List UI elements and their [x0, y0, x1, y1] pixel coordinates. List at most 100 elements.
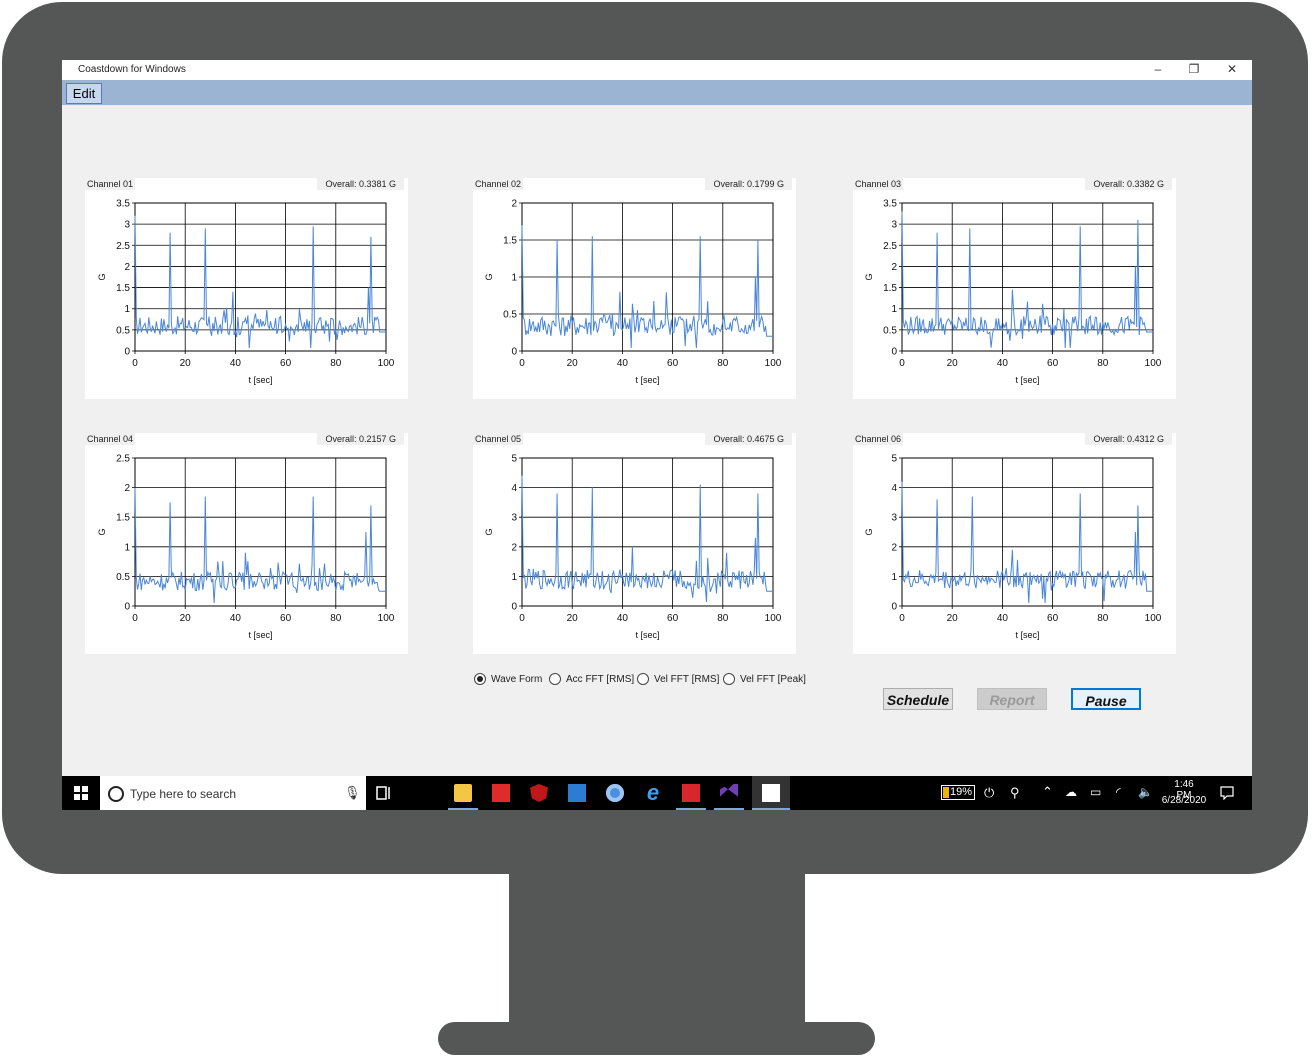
y-axis-label: G — [97, 273, 107, 280]
title-bar: Coastdown for Windows – ❐ ✕ — [62, 60, 1252, 80]
windows-start-icon[interactable] — [74, 786, 88, 800]
x-tick-label: 20 — [180, 358, 192, 369]
x-tick-label: 100 — [1145, 613, 1162, 624]
radio-wave-form[interactable]: Wave Form — [474, 673, 542, 685]
mcafee-icon[interactable] — [530, 784, 548, 802]
chrome-icon[interactable] — [606, 784, 624, 802]
y-tick-label: 1.5 — [883, 283, 897, 294]
overall-value: Overall: 0.1799 G — [705, 178, 792, 190]
chevron-up-icon[interactable]: ⌃ — [1042, 784, 1053, 800]
minimize-button[interactable]: – — [1148, 62, 1168, 76]
y-tick-label: 1 — [891, 572, 897, 583]
x-tick-label: 0 — [132, 613, 138, 624]
y-tick-label: 0.5 — [116, 325, 130, 336]
radio-acc-fft-rms-circle[interactable] — [549, 673, 561, 685]
x-tick-label: 0 — [519, 613, 525, 624]
chart-panel-2: 0 20 40 60 80 100 0 0.5 1 1.5 2 t [sec] G Channel 02 O… — [473, 178, 796, 399]
x-axis-label: t [sec] — [248, 375, 272, 385]
red-app-icon[interactable] — [492, 784, 510, 802]
x-tick-label: 0 — [132, 358, 138, 369]
y-tick-label: 1.5 — [503, 236, 517, 247]
display-icon[interactable]: ▭ — [1090, 785, 1101, 799]
y-axis-label: G — [864, 273, 874, 280]
radio-vel-fft-peak[interactable]: Vel FFT [Peak] — [723, 673, 806, 685]
y-tick-label: 5 — [891, 454, 897, 465]
menu-edit[interactable]: Edit — [66, 83, 102, 104]
channel-name: Channel 06 — [853, 433, 904, 445]
microphone-icon[interactable]: 🎙 — [344, 785, 361, 801]
y-tick-label: 5 — [511, 454, 517, 465]
y-tick-label: 1 — [124, 304, 130, 315]
schedule-button[interactable]: Schedule — [883, 688, 953, 710]
clock-date[interactable]: 6/28/2020 — [1160, 795, 1208, 806]
task-view-icon[interactable] — [376, 786, 392, 800]
battery-icon[interactable]: 19% — [941, 785, 975, 800]
edge-icon[interactable]: e — [644, 782, 662, 804]
overall-value: Overall: 0.3381 G — [317, 178, 404, 190]
y-tick-label: 1 — [511, 572, 517, 583]
cortana-icon — [108, 786, 124, 802]
x-tick-label: 80 — [717, 613, 729, 624]
onedrive-icon[interactable]: ☁ — [1065, 785, 1077, 799]
coastdown-app-taskbar-button[interactable] — [752, 776, 790, 810]
coastdown-app-indicator — [752, 808, 790, 810]
y-tick-label: 3 — [511, 513, 517, 524]
pause-button[interactable]: Pause — [1071, 688, 1141, 710]
radio-vel-fft-peak-circle[interactable] — [723, 673, 735, 685]
x-tick-label: 60 — [1047, 613, 1059, 624]
channel-name: Channel 01 — [85, 178, 136, 190]
x-tick-label: 40 — [230, 613, 242, 624]
window-title: Coastdown for Windows — [78, 64, 186, 75]
x-tick-label: 40 — [617, 358, 629, 369]
power-plug-icon[interactable]: ⏻ — [984, 785, 994, 801]
radio-wave-form-circle[interactable] — [474, 673, 486, 685]
mail-icon[interactable] — [568, 784, 586, 802]
waveform-chart: 0 20 40 60 80 100 0 0.5 1 1.5 2 2.5 3 3.5 t [sec] G — [97, 199, 395, 386]
visual-studio-indicator — [714, 808, 744, 810]
radio-acc-fft-rms[interactable]: Acc FFT [RMS] — [549, 673, 634, 685]
battery-percent: 19% — [950, 786, 973, 798]
y-tick-label: 0 — [511, 602, 517, 613]
radio-vel-fft-rms[interactable]: Vel FFT [RMS] — [637, 673, 719, 685]
x-tick-label: 100 — [765, 613, 782, 624]
x-tick-label: 100 — [378, 358, 395, 369]
radio-wave-form-label: Wave Form — [491, 673, 543, 685]
x-axis-label: t [sec] — [635, 630, 659, 640]
y-tick-label: 2 — [891, 542, 897, 553]
screen: Coastdown for Windows – ❐ ✕ Edit 0 20 40 60… — [62, 60, 1252, 810]
y-axis-label: G — [864, 528, 874, 535]
y-tick-label: 3.5 — [883, 199, 897, 210]
radio-acc-fft-rms-label: Acc FFT [RMS] — [566, 673, 635, 685]
close-button[interactable]: ✕ — [1222, 62, 1242, 76]
x-tick-label: 20 — [180, 613, 192, 624]
battery-level — [943, 787, 949, 798]
y-tick-label: 2.5 — [116, 241, 130, 252]
file-explorer-indicator — [448, 808, 478, 810]
y-tick-label: 0 — [891, 347, 897, 358]
wifi-icon[interactable]: ◜ — [1116, 785, 1121, 799]
monitor-stand-neck — [509, 870, 805, 1028]
report-button[interactable]: Report — [977, 688, 1047, 710]
file-explorer-icon[interactable] — [454, 784, 472, 802]
y-tick-label: 2.5 — [883, 241, 897, 252]
y-tick-label: 0 — [124, 347, 130, 358]
taskbar-search-box[interactable]: Type here to search 🎙 — [100, 776, 366, 810]
people-icon[interactable]: ⚲ — [1010, 785, 1020, 801]
y-tick-label: 4 — [891, 483, 897, 494]
chart-panel-4: 0 20 40 60 80 100 0 0.5 1 1.5 2 2.5 t [sec] G Channel … — [85, 433, 408, 654]
restore-button[interactable]: ❐ — [1184, 62, 1204, 76]
x-tick-label: 20 — [567, 613, 579, 624]
overall-value: Overall: 0.2157 G — [317, 433, 404, 445]
volume-icon[interactable]: 🔈 — [1138, 785, 1153, 799]
acrobat-icon[interactable] — [682, 784, 700, 802]
x-tick-label: 80 — [1097, 613, 1109, 624]
action-center-icon[interactable] — [1220, 786, 1234, 800]
waveform-chart: 0 20 40 60 80 100 0 0.5 1 1.5 2 2.5 3 3.5 t [sec] G — [864, 199, 1162, 386]
search-placeholder: Type here to search — [130, 787, 237, 801]
x-tick-label: 0 — [899, 613, 905, 624]
radio-vel-fft-rms-circle[interactable] — [637, 673, 649, 685]
chart-panel-3: 0 20 40 60 80 100 0 0.5 1 1.5 2 2.5 3 3.5 t [sec] G Chan… — [853, 178, 1176, 399]
monitor-stand-foot — [438, 1022, 875, 1055]
visual-studio-icon[interactable] — [720, 784, 738, 797]
y-tick-label: 0.5 — [503, 310, 517, 321]
